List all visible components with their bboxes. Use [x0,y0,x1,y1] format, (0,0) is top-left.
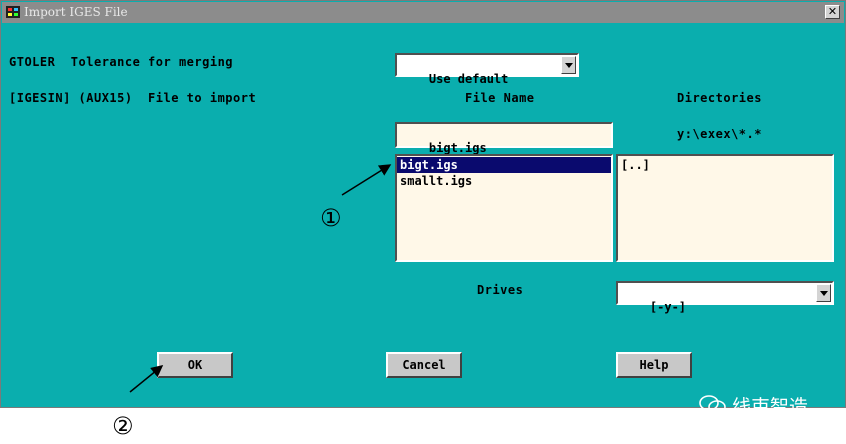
callout-2: ② [112,412,134,440]
wechat-icon [699,395,726,414]
arrow-to-file-list [341,164,392,196]
callout-1: ① [320,204,342,232]
watermark-text: 线束智造 [732,396,809,418]
annotation-arrows [129,164,392,393]
arrow-to-ok-button [129,365,164,393]
